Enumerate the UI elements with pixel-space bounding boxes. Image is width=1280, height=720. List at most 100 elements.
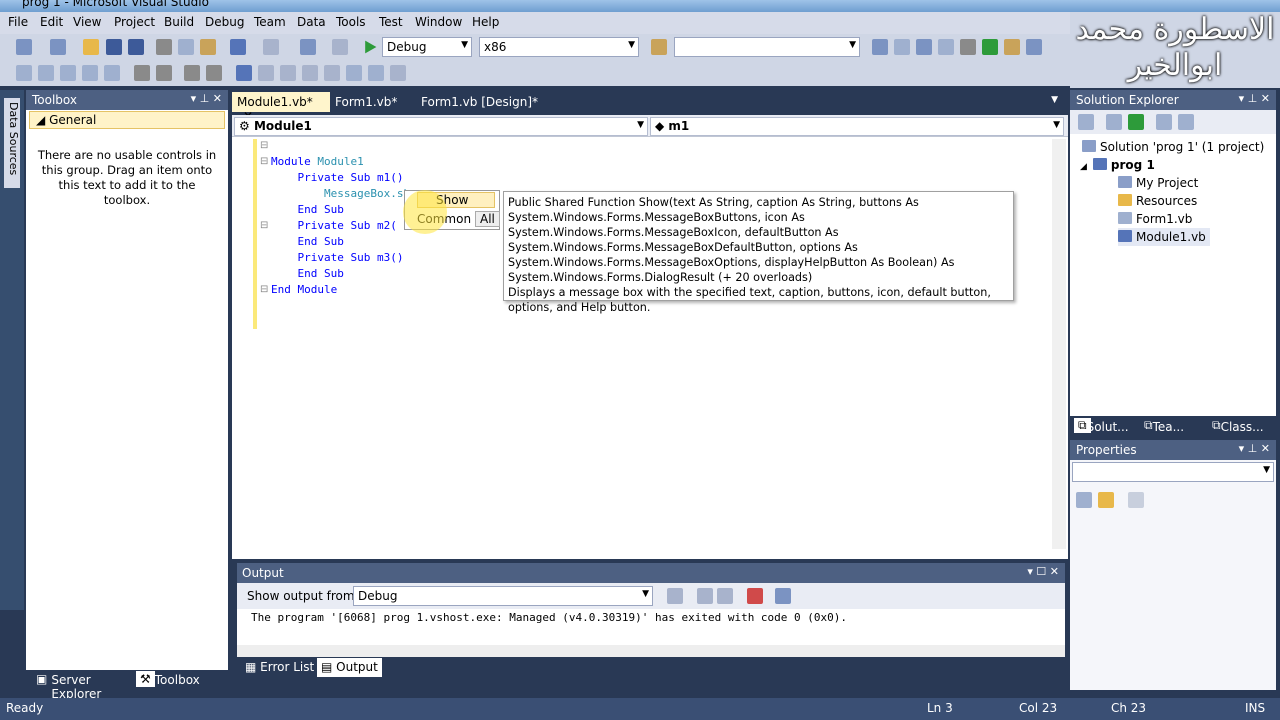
extension-manager-icon[interactable] <box>1004 39 1020 55</box>
find-message-icon[interactable] <box>667 588 683 604</box>
paste-icon[interactable] <box>200 39 216 55</box>
class-name-dropdown[interactable]: ⚙ Module1 ▼ <box>234 117 648 136</box>
find-in-files-icon[interactable] <box>651 39 667 55</box>
open-file-icon[interactable] <box>83 39 99 55</box>
next-bookmark-icon[interactable] <box>280 65 296 81</box>
redo-icon[interactable] <box>263 39 279 55</box>
next-message-icon[interactable] <box>717 588 733 604</box>
tree-item-resources[interactable]: Resources <box>1118 192 1197 210</box>
navigate-back-icon[interactable] <box>300 39 316 55</box>
previous-bookmark-icon[interactable] <box>258 65 274 81</box>
output-horizontal-scrollbar[interactable] <box>237 645 1065 657</box>
start-page-icon[interactable] <box>982 39 998 55</box>
alphabetical-icon[interactable] <box>1098 492 1114 508</box>
menu-file[interactable]: File <box>8 15 28 29</box>
toolbox-group-general[interactable]: ◢ General <box>29 111 225 129</box>
expand-arrow-icon[interactable]: ◢ <box>1080 162 1087 172</box>
property-pages-icon[interactable] <box>1128 492 1144 508</box>
panel-controls-icon[interactable]: ▾ ⊥ ✕ <box>191 92 222 105</box>
toggle-completion-icon[interactable] <box>104 65 120 81</box>
new-project-icon[interactable] <box>16 39 32 55</box>
previous-message-icon[interactable] <box>697 588 713 604</box>
tab-all[interactable]: All <box>475 211 500 227</box>
navigate-forward-icon[interactable] <box>332 39 348 55</box>
object-browser-icon[interactable] <box>916 39 932 55</box>
output-text[interactable]: The program '[6068] prog 1.vshost.exe: M… <box>237 609 1065 645</box>
tree-item-project[interactable]: ◢ prog 1 <box>1080 156 1155 176</box>
complete-word-icon[interactable] <box>82 65 98 81</box>
code-editor[interactable]: ⚙ Module1 ▼ ◆ m1 ▼ ⊟ ⊟ ⊟ ⊟ Module Module… <box>232 115 1068 559</box>
tab-form1-design[interactable]: Form1.vb [Design]* <box>416 92 543 112</box>
tree-item-solution[interactable]: Solution 'prog 1' (1 project) <box>1082 138 1264 156</box>
quick-info-icon[interactable] <box>60 65 76 81</box>
toolbox-icon[interactable] <box>938 39 954 55</box>
view-class-diagram-icon[interactable] <box>1178 114 1194 130</box>
menu-build[interactable]: Build <box>164 15 194 29</box>
output-source-select[interactable]: Debug ▼ <box>353 586 653 606</box>
tree-item-my-project[interactable]: My Project <box>1118 174 1198 192</box>
fold-toggle-icon[interactable]: ⊟ <box>260 140 268 151</box>
view-code-icon[interactable] <box>1156 114 1172 130</box>
undo-icon[interactable] <box>230 39 246 55</box>
tools-icon[interactable] <box>960 39 976 55</box>
menu-help[interactable]: Help <box>472 15 499 29</box>
panel-controls-icon[interactable]: ▾ ⊥ ✕ <box>1239 92 1270 105</box>
previous-bookmark-folder-icon[interactable] <box>302 65 318 81</box>
show-all-files-icon[interactable] <box>1106 114 1122 130</box>
menu-view[interactable]: View <box>73 15 101 29</box>
object-select[interactable]: ▼ <box>1072 462 1274 482</box>
fold-toggle-icon[interactable]: ⊟ <box>260 220 268 231</box>
editor-vertical-scrollbar[interactable] <box>1052 139 1066 549</box>
start-debugging-icon[interactable] <box>365 40 377 54</box>
panel-controls-icon[interactable]: ▾ ⊥ ✕ <box>1239 442 1270 455</box>
tab-solution-explorer[interactable]: ⧉ Solut... <box>1074 418 1129 434</box>
next-bookmark-folder-icon[interactable] <box>324 65 340 81</box>
increase-indent-icon[interactable] <box>156 65 172 81</box>
solution-explorer-icon[interactable] <box>872 39 888 55</box>
tab-error-list[interactable]: ▦ Error List <box>241 658 318 677</box>
tab-server-explorer[interactable]: ▣ Server Explorer <box>32 671 101 701</box>
panel-controls-icon[interactable]: ▾ ☐ ✕ <box>1027 565 1059 578</box>
decrease-indent-icon[interactable] <box>134 65 150 81</box>
object-members-icon[interactable] <box>16 65 32 81</box>
command-window-icon[interactable] <box>1026 39 1042 55</box>
uncomment-icon[interactable] <box>206 65 222 81</box>
solution-configuration-select[interactable]: Debug ▼ <box>382 37 472 57</box>
properties-icon[interactable] <box>1078 114 1094 130</box>
solution-platform-select[interactable]: x86 ▼ <box>479 37 639 57</box>
document-list-dropdown-icon[interactable]: ▼ <box>1051 95 1058 105</box>
clear-bookmarks-icon[interactable] <box>390 65 406 81</box>
menu-data[interactable]: Data <box>297 15 326 29</box>
next-bookmark-document-icon[interactable] <box>368 65 384 81</box>
tree-item-form1[interactable]: Form1.vb <box>1118 210 1192 228</box>
toggle-word-wrap-icon[interactable] <box>775 588 791 604</box>
refresh-icon[interactable] <box>1128 114 1144 130</box>
toggle-bookmark-icon[interactable] <box>236 65 252 81</box>
find-combo[interactable]: ▼ <box>674 37 860 57</box>
comment-icon[interactable] <box>184 65 200 81</box>
data-sources-tab[interactable]: Data Sources <box>4 98 20 188</box>
menu-team[interactable]: Team <box>254 15 286 29</box>
method-name-dropdown[interactable]: ◆ m1 ▼ <box>650 117 1064 136</box>
copy-icon[interactable] <box>178 39 194 55</box>
tab-form1-vb[interactable]: Form1.vb* <box>330 92 402 112</box>
clear-all-icon[interactable] <box>747 588 763 604</box>
menu-window[interactable]: Window <box>415 15 462 29</box>
tab-class-view[interactable]: ⧉ Class... <box>1212 418 1264 434</box>
add-item-icon[interactable] <box>50 39 66 55</box>
cut-icon[interactable] <box>156 39 172 55</box>
save-icon[interactable] <box>106 39 122 55</box>
tab-module1-vb[interactable]: Module1.vb* ✕ <box>232 92 330 123</box>
menu-edit[interactable]: Edit <box>40 15 63 29</box>
menu-test[interactable]: Test <box>379 15 403 29</box>
menu-debug[interactable]: Debug <box>205 15 244 29</box>
properties-window-icon[interactable] <box>894 39 910 55</box>
tab-team-explorer[interactable]: ⧉ Tea... <box>1144 418 1184 434</box>
fold-toggle-icon[interactable]: ⊟ <box>260 156 268 167</box>
parameter-info-icon[interactable] <box>38 65 54 81</box>
previous-bookmark-document-icon[interactable] <box>346 65 362 81</box>
tab-output[interactable]: ▤ Output <box>317 658 382 677</box>
save-all-icon[interactable] <box>128 39 144 55</box>
categorized-icon[interactable] <box>1076 492 1092 508</box>
fold-toggle-icon[interactable]: ⊟ <box>260 284 268 295</box>
